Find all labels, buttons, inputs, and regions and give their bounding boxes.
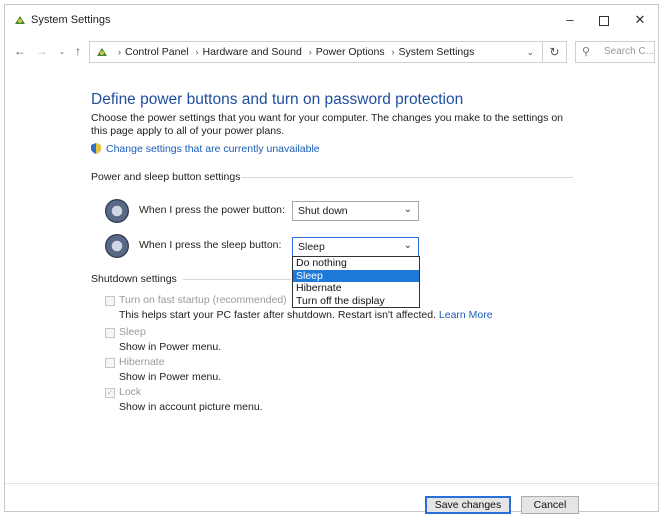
sleep-button-select[interactable]: Sleep ⌄ bbox=[292, 237, 419, 257]
breadcrumb: › Control Panel › Hardware and Sound › Powe… bbox=[114, 46, 474, 58]
chevron-down-icon: ⌄ bbox=[403, 204, 412, 215]
dropdown-option-do-nothing[interactable]: Do nothing bbox=[293, 257, 419, 270]
breadcrumb-separator: › bbox=[391, 47, 395, 57]
back-button[interactable]: ← bbox=[13, 44, 27, 58]
power-button-select[interactable]: Shut down ⌄ bbox=[292, 201, 419, 221]
change-settings-label: Change settings that are currently unava… bbox=[106, 143, 320, 155]
lock-description: Show in account picture menu. bbox=[119, 401, 263, 413]
breadcrumb-system-settings[interactable]: System Settings bbox=[399, 46, 475, 58]
power-button-value: Shut down bbox=[298, 205, 348, 217]
address-bar[interactable]: › Control Panel › Hardware and Sound › Powe… bbox=[89, 41, 543, 63]
maximize-icon bbox=[599, 15, 609, 26]
lock-label: Lock bbox=[119, 386, 142, 398]
section-divider bbox=[241, 177, 573, 178]
hibernate-label: Hibernate bbox=[119, 356, 165, 368]
page-title: Define power buttons and turn on passwor… bbox=[91, 91, 464, 108]
breadcrumb-hardware-and-sound[interactable]: Hardware and Sound bbox=[203, 46, 302, 58]
search-input[interactable]: ⚲ Search C... bbox=[575, 41, 655, 63]
shutdown-section-title: Shutdown settings bbox=[91, 273, 177, 285]
up-button[interactable]: ↑ bbox=[71, 44, 85, 58]
power-button-icon bbox=[105, 199, 129, 223]
maximize-button[interactable] bbox=[587, 9, 621, 31]
lock-checkbox[interactable]: ✓ bbox=[105, 388, 115, 398]
address-bar-row: ← → ⌄ ↑ › Control Panel › Hardware and Sou… bbox=[5, 39, 658, 65]
close-button[interactable]: ✕ bbox=[623, 9, 657, 31]
control-panel-icon bbox=[15, 16, 25, 24]
dropdown-option-sleep[interactable]: Sleep bbox=[293, 269, 419, 282]
fast-startup-checkbox[interactable] bbox=[105, 296, 115, 306]
breadcrumb-separator: › bbox=[118, 47, 121, 57]
sleep-button-icon bbox=[105, 234, 129, 258]
sleep-button-dropdown: Do nothing Sleep Hibernate Turn off the … bbox=[292, 256, 420, 308]
hibernate-description: Show in Power menu. bbox=[119, 371, 222, 383]
refresh-button[interactable]: ↻ bbox=[543, 41, 567, 63]
dropdown-option-hibernate[interactable]: Hibernate bbox=[293, 282, 419, 295]
breadcrumb-control-panel[interactable]: Control Panel bbox=[125, 46, 189, 58]
system-settings-window: System Settings – ✕ ← → ⌄ ↑ › Control Pan… bbox=[4, 4, 659, 514]
control-panel-icon bbox=[97, 48, 107, 56]
change-settings-link[interactable]: Change settings that are currently unava… bbox=[91, 143, 320, 155]
cancel-button[interactable]: Cancel bbox=[521, 496, 579, 514]
dropdown-option-turn-off-display[interactable]: Turn off the display bbox=[293, 295, 419, 308]
fast-startup-description-text: This helps start your PC faster after sh… bbox=[119, 309, 436, 321]
minimize-button[interactable]: – bbox=[553, 9, 587, 31]
chevron-down-icon: ⌄ bbox=[403, 240, 412, 251]
learn-more-link[interactable]: Learn More bbox=[439, 309, 493, 321]
fast-startup-description: This helps start your PC faster after sh… bbox=[119, 309, 493, 321]
checkmark-icon: ✓ bbox=[106, 388, 114, 397]
power-section-title: Power and sleep button settings bbox=[91, 171, 241, 183]
sleep-button-value: Sleep bbox=[298, 241, 325, 253]
chevron-down-icon[interactable]: ⌄ bbox=[526, 47, 534, 58]
save-changes-button[interactable]: Save changes bbox=[425, 496, 511, 514]
hibernate-checkbox[interactable] bbox=[105, 358, 115, 368]
sleep-checkbox[interactable] bbox=[105, 328, 115, 338]
fast-startup-label: Turn on fast startup (recommended) bbox=[119, 294, 287, 306]
footer-divider bbox=[5, 483, 658, 484]
breadcrumb-power-options[interactable]: Power Options bbox=[316, 46, 385, 58]
shield-icon bbox=[91, 143, 101, 154]
recent-locations-button[interactable]: ⌄ bbox=[55, 47, 69, 56]
sleep-description: Show in Power menu. bbox=[119, 341, 222, 353]
sleep-label: Sleep bbox=[119, 326, 146, 338]
breadcrumb-separator: › bbox=[195, 47, 199, 57]
window-title: System Settings bbox=[31, 14, 111, 26]
page-description: Choose the power settings that you want … bbox=[91, 112, 563, 137]
search-placeholder: Search C... bbox=[604, 46, 655, 57]
title-bar: System Settings – ✕ bbox=[5, 5, 658, 35]
breadcrumb-separator: › bbox=[308, 47, 312, 57]
search-icon: ⚲ bbox=[582, 46, 591, 58]
section-divider bbox=[183, 279, 291, 280]
forward-button[interactable]: → bbox=[35, 44, 49, 58]
sleep-button-label: When I press the sleep button: bbox=[139, 239, 282, 251]
power-button-label: When I press the power button: bbox=[139, 204, 285, 216]
